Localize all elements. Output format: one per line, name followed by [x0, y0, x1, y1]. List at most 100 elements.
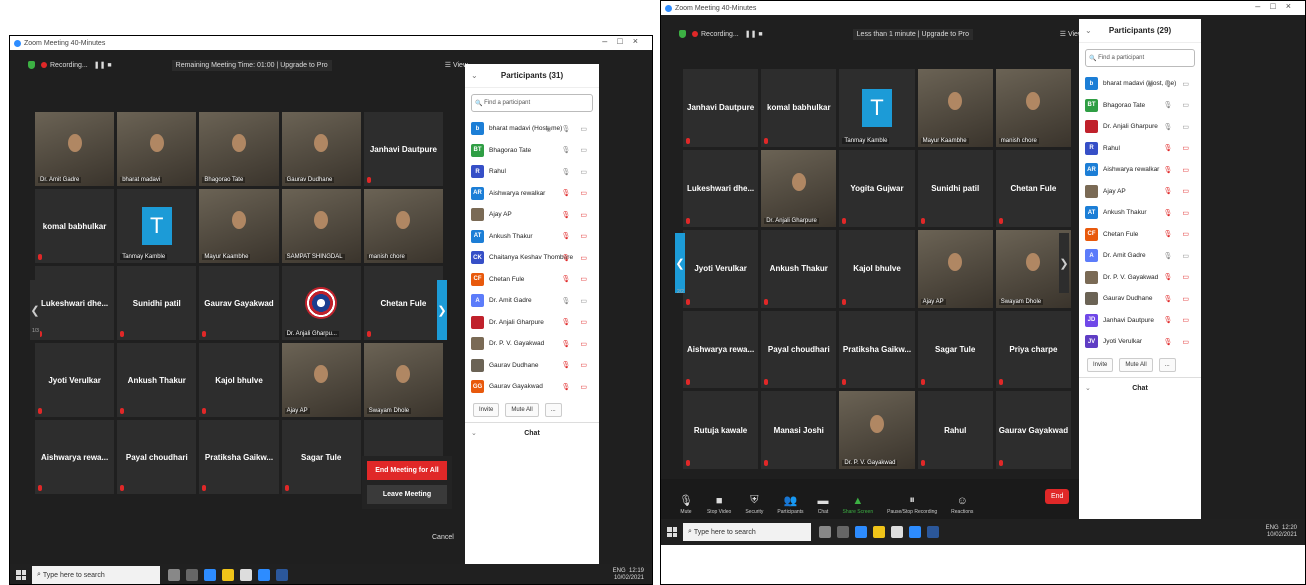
mic-camera-icons[interactable]: 🎙 ▭: [562, 297, 591, 305]
word-icon[interactable]: [927, 526, 939, 538]
cortana-icon[interactable]: [168, 569, 180, 581]
participant-tile[interactable]: T Tanmay Kamble: [839, 69, 915, 147]
participant-tile[interactable]: manish chore: [995, 69, 1071, 147]
muted-mic-camera-icons[interactable]: 🎙 ▭: [1164, 273, 1193, 281]
muted-mic-camera-icons[interactable]: 🎙 ▭: [562, 189, 591, 197]
participant-tile[interactable]: Swayam Dhole: [363, 343, 443, 417]
participant-tile[interactable]: bharat madavi: [117, 112, 197, 186]
participant-row[interactable]: b bharat madavi (Host, me) ◉ 🎙 ▭: [465, 118, 599, 140]
participant-tile[interactable]: Payal choudhari: [117, 420, 197, 494]
file-explorer-icon[interactable]: [873, 526, 885, 538]
muted-mic-camera-icons[interactable]: 🎙 ▭: [1164, 338, 1193, 346]
muted-mic-camera-icons[interactable]: 🎙 ▭: [562, 232, 591, 240]
participant-row[interactable]: Ajay AP 🎙 ▭: [465, 204, 599, 226]
participant-tile[interactable]: Dr. Anjali Gharpu...: [281, 266, 361, 340]
muted-mic-camera-icons[interactable]: 🎙 ▭: [562, 254, 591, 262]
more-button[interactable]: ...: [544, 402, 562, 417]
taskbar-search-box[interactable]: ⌕ Type here to search: [32, 566, 160, 584]
window-controls[interactable]: –□×: [602, 36, 648, 46]
toolbar-pause-stop-recording-button[interactable]: ⏸ Pause/Stop Recording: [887, 494, 937, 515]
next-page-arrow[interactable]: ❯: [437, 280, 447, 340]
toolbar-chat-button[interactable]: ▬ Chat: [818, 495, 829, 515]
muted-mic-camera-icons[interactable]: 🎙 ▭: [1164, 209, 1193, 217]
muted-mic-camera-icons[interactable]: 🎙 ▭: [562, 340, 591, 348]
end-meeting-button[interactable]: End: [1045, 489, 1070, 504]
participant-tile[interactable]: T Tanmay Kamble: [117, 189, 197, 263]
participant-tile[interactable]: Ankush Thakur: [761, 230, 837, 308]
participant-row[interactable]: Gaurav Dudhane 🎙 ▭: [465, 355, 599, 377]
participant-tile[interactable]: Dr. Anjali Gharpure: [761, 149, 837, 228]
participant-row[interactable]: BT Bhagorao Tate 🎙 ▭: [1079, 95, 1201, 117]
mic-camera-icons[interactable]: 🎙 ▭: [1164, 101, 1193, 109]
muted-mic-camera-icons[interactable]: 🎙 ▭: [1164, 316, 1193, 324]
participant-row[interactable]: A Dr. Amit Gadre 🎙 ▭: [1079, 245, 1201, 267]
edge-icon[interactable]: [855, 526, 867, 538]
mute-all-button[interactable]: Mute All: [1119, 357, 1153, 372]
mic-camera-icons[interactable]: 🎙 ▭: [1164, 123, 1193, 131]
muted-mic-camera-icons[interactable]: 🎙 ▭: [1164, 187, 1193, 195]
participant-tile[interactable]: Priya charpe: [995, 310, 1071, 389]
chat-section-header[interactable]: ⌄ Chat: [465, 421, 599, 444]
muted-mic-camera-icons[interactable]: 🎙 ▭: [1164, 144, 1193, 152]
store-icon[interactable]: [240, 569, 252, 581]
participant-tile[interactable]: Janhavi Dautpure: [683, 69, 759, 147]
participant-tile[interactable]: Mayur Kaambhe: [917, 69, 993, 147]
muted-mic-camera-icons[interactable]: 🎙 ▭: [562, 318, 591, 326]
toolbar-stop-video-button[interactable]: ■ Stop Video: [707, 495, 731, 515]
participant-row[interactable]: CK Chaitanya Keshav Thombare 🎙 ▭: [465, 247, 599, 269]
task-view-icon[interactable]: [186, 569, 198, 581]
mic-camera-icons[interactable]: ◉ 🎙 ▭: [1148, 80, 1194, 88]
cortana-icon[interactable]: [819, 526, 831, 538]
participant-row[interactable]: Dr. P. V. Gayakwad 🎙 ▭: [1079, 267, 1201, 289]
participant-row[interactable]: AR Aishwarya rewalkar 🎙 ▭: [1079, 159, 1201, 181]
participant-tile[interactable]: Jyoti Verulkar: [35, 343, 115, 417]
participant-tile[interactable]: Sunidhi patil: [917, 149, 993, 228]
participant-row[interactable]: JD Janhavi Dautpure 🎙 ▭: [1079, 310, 1201, 332]
participant-row[interactable]: R Rahul 🎙 ▭: [1079, 138, 1201, 160]
mic-camera-icons[interactable]: ◉ 🎙 ▭: [546, 125, 592, 133]
participant-row[interactable]: A Dr. Amit Gadre 🎙 ▭: [465, 290, 599, 312]
muted-mic-camera-icons[interactable]: 🎙 ▭: [562, 383, 591, 391]
participant-tile[interactable]: komal babhulkar: [761, 69, 837, 147]
participant-tile[interactable]: Sagar Tule: [917, 310, 993, 389]
participant-row[interactable]: Ajay AP 🎙 ▭: [1079, 181, 1201, 203]
store-icon[interactable]: [891, 526, 903, 538]
collapse-chevron-icon[interactable]: ⌄: [471, 71, 478, 80]
participant-tile[interactable]: Ajay AP: [281, 343, 361, 417]
window-controls[interactable]: –□×: [1255, 1, 1301, 11]
participant-tile[interactable]: Mayur Kaambhe: [199, 189, 279, 263]
task-view-icon[interactable]: [837, 526, 849, 538]
participant-tile[interactable]: Bhagorao Tate: [199, 112, 279, 186]
participant-tile[interactable]: Sunidhi patil: [117, 266, 197, 340]
muted-mic-camera-icons[interactable]: 🎙 ▭: [562, 361, 591, 369]
participant-row[interactable]: Dr. Anjali Gharpure 🎙 ▭: [465, 312, 599, 334]
muted-mic-camera-icons[interactable]: 🎙 ▭: [1164, 230, 1193, 238]
participant-row[interactable]: BT Bhagorao Tate 🎙 ▭: [465, 140, 599, 162]
zoom-taskbar-icon[interactable]: [909, 526, 921, 538]
file-explorer-icon[interactable]: [222, 569, 234, 581]
participant-tile[interactable]: Aishwarya rewa...: [683, 310, 759, 389]
participant-tile[interactable]: Aishwarya rewa...: [35, 420, 115, 494]
participant-search-input[interactable]: 🔍 Find a participant: [1085, 49, 1195, 67]
zoom-taskbar-icon[interactable]: [258, 569, 270, 581]
participant-tile[interactable]: Gaurav Gayakwad: [199, 266, 279, 340]
participant-tile[interactable]: Kajol bhulve: [199, 343, 279, 417]
participant-row[interactable]: R Rahul 🎙 ▭: [465, 161, 599, 183]
participant-row[interactable]: AR Aishwarya rewalkar 🎙 ▭: [465, 183, 599, 205]
pause-stop-recording-icons[interactable]: ❚❚ ■: [94, 61, 112, 69]
word-icon[interactable]: [276, 569, 288, 581]
edge-icon[interactable]: [204, 569, 216, 581]
prev-page-arrow[interactable]: ❮: [675, 233, 685, 293]
toolbar-security-button[interactable]: ⛨ Security: [745, 494, 763, 515]
participant-tile[interactable]: Yogita Gujwar: [839, 149, 915, 228]
participant-tile[interactable]: Chetan Fule: [995, 149, 1071, 228]
taskbar-search-box[interactable]: ⌕ Type here to search: [683, 523, 811, 541]
participant-row[interactable]: Dr. P. V. Gayakwad 🎙 ▭: [465, 333, 599, 355]
muted-mic-camera-icons[interactable]: 🎙 ▭: [1164, 295, 1193, 303]
invite-button[interactable]: Invite: [473, 402, 500, 417]
participant-tile[interactable]: Payal choudhari: [761, 310, 837, 389]
participant-tile[interactable]: Janhavi Dautpure: [363, 112, 443, 186]
participant-tile[interactable]: Pratiksha Gaikw...: [839, 310, 915, 389]
participant-tile[interactable]: Rahul: [917, 391, 993, 469]
leave-meeting-button[interactable]: Leave Meeting: [367, 485, 447, 504]
